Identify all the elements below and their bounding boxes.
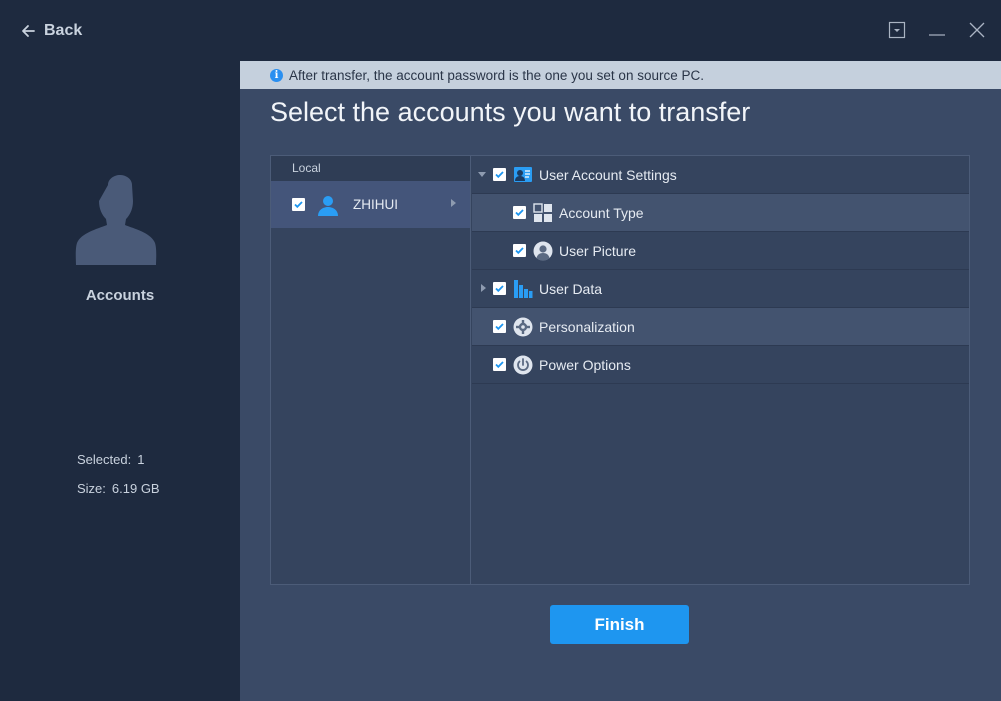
tree-row-user-picture[interactable]: User Picture bbox=[472, 232, 969, 270]
collapsed-caret-icon[interactable] bbox=[479, 283, 489, 293]
user-picture-icon bbox=[533, 241, 553, 261]
settings-tree: User Account Settings Account Type User … bbox=[472, 156, 969, 384]
checkbox-user-data[interactable] bbox=[493, 282, 506, 295]
user-account-icon bbox=[75, 175, 157, 265]
info-banner: i After transfer, the account password i… bbox=[240, 61, 1001, 89]
grid-icon bbox=[533, 203, 552, 222]
local-accounts-list: Local ZHIHUI bbox=[271, 156, 471, 584]
checkbox-user-account-settings[interactable] bbox=[493, 168, 506, 181]
tree-row-user-data[interactable]: User Data bbox=[472, 270, 969, 308]
local-header: Local bbox=[271, 156, 470, 181]
checkbox-account-type[interactable] bbox=[513, 206, 526, 219]
title-bar: Back bbox=[0, 0, 1001, 61]
size-key: Size: bbox=[77, 481, 106, 496]
bar-chart-icon bbox=[514, 280, 533, 298]
account-selection-panel: Local ZHIHUI User Account Settings Accou… bbox=[270, 155, 970, 585]
size-value: 6.19 GB bbox=[111, 481, 160, 496]
page-title: Select the accounts you want to transfer bbox=[270, 97, 751, 127]
minimize-icon bbox=[929, 34, 945, 36]
gear-icon bbox=[513, 317, 533, 337]
user-icon bbox=[318, 195, 338, 216]
info-icon: i bbox=[270, 68, 283, 82]
back-label: Back bbox=[44, 22, 83, 39]
tree-label: Power Options bbox=[539, 357, 631, 373]
tree-label: User Account Settings bbox=[539, 167, 677, 183]
tree-label: User Data bbox=[539, 281, 603, 297]
checkbox-personalization[interactable] bbox=[493, 320, 506, 333]
tree-row-user-account-settings[interactable]: User Account Settings bbox=[472, 156, 969, 194]
user-settings-icon bbox=[514, 167, 532, 182]
user-account-row[interactable]: ZHIHUI bbox=[271, 181, 470, 228]
back-button[interactable]: Back bbox=[20, 20, 82, 42]
selected-value: 1 bbox=[137, 452, 145, 467]
tree-label: Account Type bbox=[559, 205, 644, 221]
tree-label: User Picture bbox=[559, 243, 637, 259]
tree-row-personalization[interactable]: Personalization bbox=[472, 308, 969, 346]
dropdown-menu-button[interactable] bbox=[887, 20, 907, 40]
power-icon bbox=[513, 355, 533, 375]
checkbox-user-picture[interactable] bbox=[513, 244, 526, 257]
sidebar: Accounts Selected: 1 Size: 6.19 GB bbox=[0, 61, 240, 701]
finish-button[interactable]: Finish bbox=[550, 605, 689, 644]
checkbox-power-options[interactable] bbox=[493, 358, 506, 371]
checkmark-icon bbox=[294, 201, 303, 209]
total-size: Size: 6.19 GB bbox=[77, 481, 160, 496]
close-icon bbox=[969, 22, 985, 38]
minimize-button[interactable] bbox=[927, 20, 947, 40]
dropdown-box-icon bbox=[888, 21, 906, 39]
close-button[interactable] bbox=[967, 20, 987, 40]
user-checkbox[interactable] bbox=[292, 198, 305, 211]
chevron-right-icon bbox=[451, 199, 456, 207]
selected-key: Selected: bbox=[77, 452, 132, 467]
accounts-label: Accounts bbox=[85, 287, 155, 304]
user-name: ZHIHUI bbox=[353, 197, 398, 212]
tree-row-power-options[interactable]: Power Options bbox=[472, 346, 969, 384]
selected-count: Selected: 1 bbox=[77, 452, 144, 467]
arrow-left-icon bbox=[22, 25, 35, 37]
expanded-caret-icon[interactable] bbox=[477, 170, 487, 180]
tree-row-account-type[interactable]: Account Type bbox=[472, 194, 969, 232]
main-panel: i After transfer, the account password i… bbox=[240, 61, 1001, 701]
info-text: After transfer, the account password is … bbox=[289, 67, 704, 83]
tree-label: Personalization bbox=[539, 319, 635, 335]
